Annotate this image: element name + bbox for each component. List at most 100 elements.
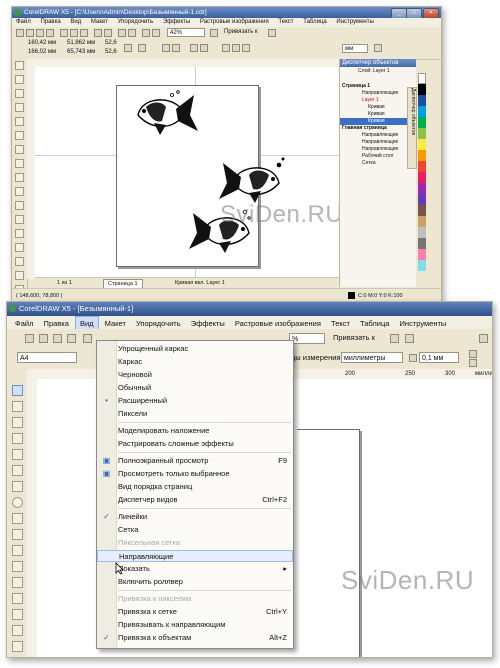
trim-icon[interactable] [222,44,230,52]
options-icon[interactable] [405,334,414,343]
menu-item-simulate-overprint[interactable]: Моделировать наложение [97,425,293,437]
table-tool-icon[interactable] [12,545,23,556]
pick-tool-icon[interactable] [12,385,23,396]
rotation-icon[interactable] [138,44,146,52]
menu-item-page-sorter-view[interactable]: Вид порядка страниц [97,481,293,493]
menu-effects[interactable]: Эффекты [159,18,194,27]
docker-side-tab[interactable]: Диспетчер объектов [407,87,417,169]
menu-item-rasterize-complex-effects[interactable]: Растрировать сложные эффекты [97,438,293,450]
tree-page-1[interactable]: Страница 1 [340,83,416,90]
text-tool-icon[interactable] [15,187,24,196]
options-icon[interactable] [268,29,276,37]
lock-ratio-icon[interactable] [124,44,132,52]
open-icon[interactable] [39,334,48,343]
group-icon[interactable] [190,44,198,52]
tree-curve-2[interactable]: Кривая [340,111,416,118]
freehand-tool-icon[interactable] [12,449,23,460]
redo-icon[interactable] [104,29,112,37]
tree-desktop[interactable]: Рабочий стол [340,153,416,160]
pick-tool-icon[interactable] [15,61,24,70]
menu-item-full-screen-preview[interactable]: ▣ Полноэкранный просмотр F9 [97,455,293,467]
menu-item-snap-to-guidelines[interactable]: Привязывать к направляющим [97,619,293,631]
tree-guides-3[interactable]: Направляющие [340,139,416,146]
menu-tools[interactable]: Инструменты [332,18,377,27]
text-tool-icon[interactable] [12,529,23,540]
save-icon[interactable] [36,29,44,37]
smart-fill-tool-icon[interactable] [12,465,23,476]
menu-item-snap-to-pixels[interactable]: Привязка к пикселям [97,593,293,605]
snap-to-label[interactable]: Привязать к [224,29,258,35]
tree-curve-3[interactable]: Кривая [340,118,416,125]
width-field[interactable]: 51,862 мм [67,40,95,46]
rectangle-tool-icon[interactable] [15,145,24,154]
snap-to-label[interactable]: Привязать к [333,333,375,342]
polygon-tool-icon[interactable] [12,513,23,524]
freehand-tool-icon[interactable] [15,117,24,126]
menu-item-enable-rollover[interactable]: Включить роллвер [97,576,293,588]
menu-item-preview-selected-only[interactable]: ▣ Просмотреть только выбранное [97,468,293,480]
menu-item-enhanced[interactable]: • Расширенный [97,395,293,407]
mirror-horizontal-icon[interactable] [162,44,170,52]
menu-item-rulers[interactable]: ✓ Линейки [97,511,293,523]
menu-item-simple-wireframe[interactable]: Упрощенный каркас [97,343,293,355]
nudge-icon[interactable] [374,44,382,52]
nudge-field[interactable]: 0,1 мм [419,352,459,363]
shape-tool-icon[interactable] [12,401,23,412]
menu-arrange[interactable]: Упорядочить [114,18,158,27]
menu-item-grid[interactable]: Сетка [97,524,293,536]
menu-file[interactable]: Файл [12,18,35,27]
ungroup-icon[interactable] [200,44,208,52]
polygon-tool-icon[interactable] [15,173,24,182]
crop-tool-icon[interactable] [15,89,24,98]
eyedropper-tool-icon[interactable] [15,257,24,266]
menu-item-snap-to-objects[interactable]: ✓ Привязка к объектам Alt+Z [97,632,293,644]
duplicate-distance-icon[interactable] [469,350,477,358]
welcome-screen-icon[interactable] [152,29,160,37]
duplicate-distance-icon-2[interactable] [469,359,477,367]
tree-layer-1[interactable]: Layer 1 [340,97,416,104]
save-icon[interactable] [53,334,62,343]
page-size-select[interactable]: A4 [17,352,77,363]
tree-guides-2[interactable]: Направляющие [340,132,416,139]
ellipse-tool-icon[interactable] [15,159,24,168]
height-field[interactable]: 65,743 мм [67,49,95,55]
top-drawing-canvas[interactable]: SviDen.RU [35,67,339,277]
menu-view[interactable]: Вид [66,18,85,27]
snap-dropdown-icon[interactable] [390,334,399,343]
tree-guides-4[interactable]: Направляющие [340,146,416,153]
menu-table[interactable]: Таблица [299,18,331,27]
blend-tool-icon[interactable] [12,593,23,604]
zoom-level-field[interactable]: 42% [167,28,205,37]
menu-item-draft[interactable]: Черновой [97,369,293,381]
menu-text[interactable]: Текст [274,18,297,27]
color-palette[interactable] [418,73,426,271]
tree-guides-1[interactable]: Направляющие [340,90,416,97]
menu-item-view-manager[interactable]: Диспетчер видов Ctrl+F2 [97,494,293,506]
menu-item-show[interactable]: Показать ▸ [97,563,293,575]
print-icon[interactable] [67,334,76,343]
new-document-icon[interactable] [25,334,34,343]
menu-edit[interactable]: Правка [36,18,64,27]
new-document-icon[interactable] [16,29,24,37]
import-icon[interactable] [118,29,126,37]
cut-icon[interactable] [60,29,68,37]
print-icon[interactable] [46,29,54,37]
weld-icon[interactable] [232,44,240,52]
menu-item-pixels[interactable]: Пиксели [97,408,293,420]
scale-height-field[interactable]: 52,6 [105,49,117,55]
shape-tool-icon[interactable] [15,75,24,84]
cut-icon[interactable] [83,334,92,343]
units-select[interactable]: мм [342,44,368,53]
fill-tool-icon[interactable] [12,641,23,652]
connector-tool-icon[interactable] [15,229,24,238]
fish-drawing-1[interactable] [132,89,200,137]
outline-tool-icon[interactable] [12,625,23,636]
units-select[interactable]: миллиметры [341,352,403,363]
menu-layout[interactable]: Макет [87,18,112,27]
tree-grid[interactable]: Сетка [340,160,416,167]
dimension-tool-icon[interactable] [15,215,24,224]
menu-item-pixel-grid[interactable]: Пиксельная сетка [97,537,293,549]
mirror-vertical-icon[interactable] [172,44,180,52]
zoom-tool-icon[interactable] [12,433,23,444]
tool-options-icon[interactable] [479,334,488,343]
